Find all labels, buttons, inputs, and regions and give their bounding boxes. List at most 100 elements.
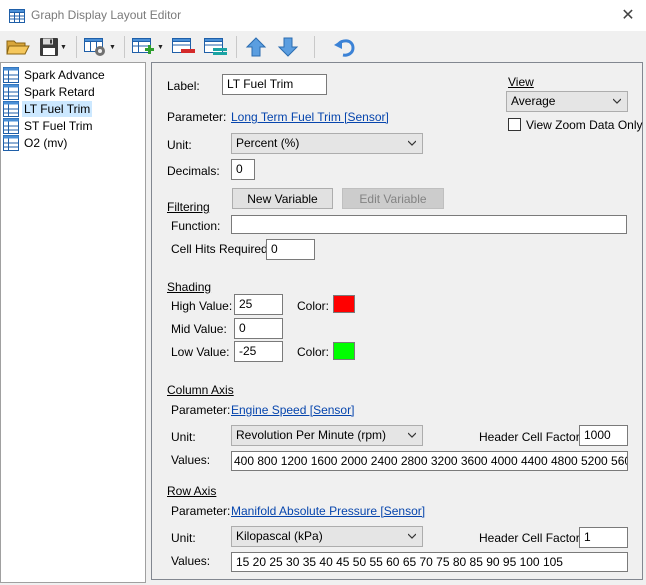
table-icon <box>3 117 19 134</box>
list-item[interactable]: O2 (mv) <box>3 134 69 151</box>
column-unit-select[interactable]: Revolution Per Minute (rpm) <box>231 425 423 446</box>
list-item[interactable]: Spark Retard <box>3 83 97 100</box>
mid-value-input[interactable]: 0 <box>234 318 283 339</box>
view-select-value: Average <box>511 94 556 108</box>
toolbar-separator <box>314 36 315 58</box>
move-down-button[interactable] <box>274 34 302 60</box>
table-icon <box>3 66 19 83</box>
low-color-swatch[interactable] <box>333 342 355 360</box>
settings-button[interactable]: ▼ <box>82 34 118 60</box>
high-color-swatch[interactable] <box>333 295 355 313</box>
view-zoom-caption: View Zoom Data Only <box>526 118 643 132</box>
row-factor-input[interactable]: 1 <box>579 527 628 548</box>
mid-value-caption: Mid Value: <box>171 322 227 336</box>
column-values-caption: Values: <box>171 453 211 467</box>
row-unit-value: Kilopascal (kPa) <box>236 529 323 543</box>
view-select[interactable]: Average <box>506 91 628 112</box>
table-app-icon <box>9 9 25 23</box>
edit-row-button[interactable] <box>202 34 230 60</box>
row-factor-caption: Header Cell Factor: <box>479 531 584 545</box>
row-parameter-caption: Parameter: <box>171 504 231 518</box>
list-item-label: ST Fuel Trim <box>24 118 93 133</box>
table-icon <box>3 134 19 151</box>
chevron-down-icon <box>408 140 416 146</box>
list-item[interactable]: ST Fuel Trim <box>3 117 94 134</box>
column-unit-caption: Unit: <box>171 430 196 444</box>
list-item-label: Spark Advance <box>24 67 105 82</box>
label-input[interactable]: LT Fuel Trim <box>222 74 327 95</box>
cell-hits-input[interactable]: 0 <box>266 239 315 260</box>
column-factor-input[interactable]: 1000 <box>579 425 628 446</box>
function-caption: Function: <box>171 219 221 233</box>
high-value-caption: High Value: <box>171 299 233 313</box>
chevron-down-icon: ▼ <box>157 43 164 51</box>
open-folder-icon <box>6 40 30 55</box>
unit-caption: Unit: <box>167 138 192 152</box>
chevron-down-icon <box>408 533 416 539</box>
view-zoom-checkbox[interactable] <box>508 118 521 131</box>
list-item-label: Spark Retard <box>24 84 95 99</box>
row-unit-select[interactable]: Kilopascal (kPa) <box>231 526 423 547</box>
column-parameter-link[interactable]: Engine Speed [Sensor] <box>231 403 354 417</box>
unit-select-value: Percent (%) <box>236 136 300 150</box>
add-row-button[interactable]: ▼ <box>130 34 166 60</box>
unit-select[interactable]: Percent (%) <box>231 133 423 154</box>
new-variable-button[interactable]: New Variable <box>232 188 333 209</box>
low-value-input[interactable]: -25 <box>234 341 283 362</box>
remove-row-button[interactable] <box>170 34 198 60</box>
parameter-caption: Parameter: <box>167 110 227 124</box>
filtering-heading: Filtering <box>167 200 210 214</box>
decimals-input[interactable]: 0 <box>231 159 255 180</box>
row-values-caption: Values: <box>171 554 211 568</box>
column-unit-value: Revolution Per Minute (rpm) <box>236 428 387 442</box>
layout-item-list[interactable]: Spark Advance Spark Retard LT Fuel Trim … <box>0 62 146 583</box>
title-bar: Graph Display Layout Editor ✕ <box>0 0 646 31</box>
move-up-button[interactable] <box>242 34 270 60</box>
column-values-input[interactable]: 400 800 1200 1600 2000 2400 2800 3200 36… <box>231 451 628 471</box>
toolbar-separator <box>76 36 77 58</box>
cell-hits-caption: Cell Hits Required: <box>171 242 272 256</box>
save-icon <box>40 38 59 56</box>
shading-heading: Shading <box>167 280 212 294</box>
close-icon: ✕ <box>621 7 635 24</box>
column-axis-heading: Column Axis <box>167 383 234 397</box>
row-parameter-link[interactable]: Manifold Absolute Pressure [Sensor] <box>231 504 425 518</box>
move-down-icon <box>277 37 299 57</box>
save-button[interactable]: ▼ <box>36 34 70 60</box>
toolbar-separator <box>236 36 237 58</box>
low-color-caption: Color: <box>297 345 330 359</box>
list-item-label: O2 (mv) <box>24 135 68 150</box>
list-item[interactable]: Spark Advance <box>3 66 107 83</box>
chevron-down-icon <box>613 98 621 104</box>
parameter-link[interactable]: Long Term Fuel Trim [Sensor] <box>231 110 389 124</box>
remove-row-icon <box>172 38 195 53</box>
undo-icon <box>334 39 355 57</box>
table-icon <box>3 100 19 117</box>
open-button[interactable] <box>4 34 32 60</box>
low-value-caption: Low Value: <box>171 345 230 359</box>
add-row-icon <box>132 38 155 54</box>
chevron-down-icon: ▼ <box>60 43 67 51</box>
move-up-icon <box>245 37 267 57</box>
decimals-caption: Decimals: <box>167 164 220 178</box>
close-button[interactable]: ✕ <box>616 4 640 26</box>
settings-icon <box>84 38 106 56</box>
row-unit-caption: Unit: <box>171 531 196 545</box>
high-color-caption: Color: <box>297 299 330 313</box>
row-axis-heading: Row Axis <box>167 484 217 498</box>
label-caption: Label: <box>167 79 200 93</box>
view-caption: View <box>508 75 534 89</box>
column-parameter-caption: Parameter: <box>171 403 231 417</box>
row-values-input[interactable]: 15 20 25 30 35 40 45 50 55 60 65 70 75 8… <box>231 552 628 572</box>
list-item-label: LT Fuel Trim <box>22 100 93 117</box>
edit-row-icon <box>204 38 227 55</box>
undo-button[interactable] <box>330 34 360 60</box>
high-value-input[interactable]: 25 <box>234 294 283 315</box>
toolbar-separator <box>124 36 125 58</box>
list-item-selected[interactable]: LT Fuel Trim <box>3 100 93 117</box>
edit-variable-button[interactable]: Edit Variable <box>342 188 444 209</box>
chevron-down-icon <box>408 432 416 438</box>
function-input[interactable] <box>231 215 627 234</box>
window-title: Graph Display Layout Editor <box>31 8 182 22</box>
editor-panel: Label: LT Fuel Trim View Average View Zo… <box>151 62 643 580</box>
